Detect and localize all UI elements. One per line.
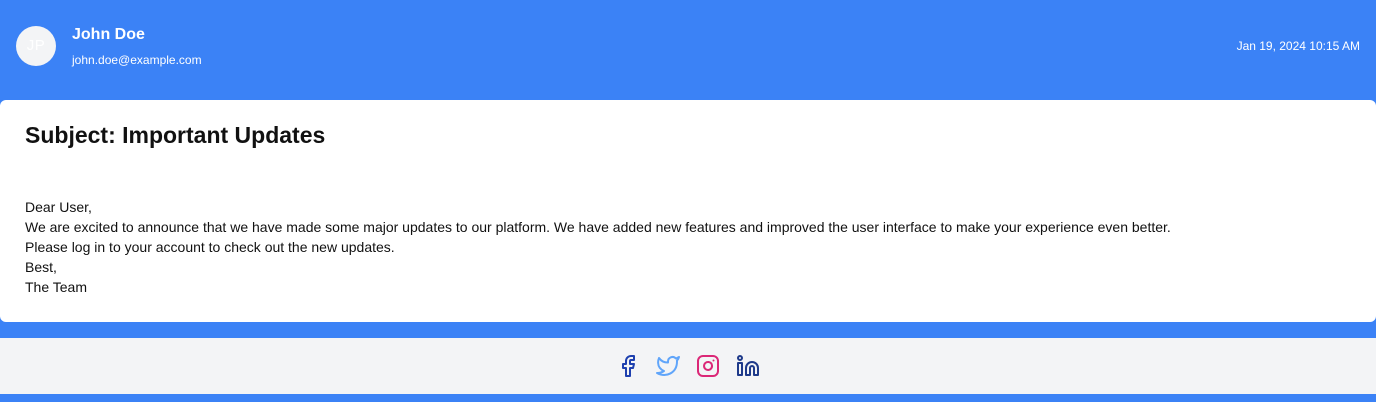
twitter-link[interactable] [656,354,680,378]
facebook-link[interactable] [616,354,640,378]
body-line: Best, [25,259,57,275]
instagram-link[interactable] [696,354,720,378]
email-body: Dear User, We are excited to announce th… [25,197,1171,297]
instagram-icon [697,355,719,377]
email-subject: Subject: Important Updates [25,122,326,148]
sender-name: John Doe [72,26,145,43]
email-header: JP John Doe john.doe@example.com Jan 19,… [0,0,1376,92]
sender-email: john.doe@example.com [72,53,202,67]
email-card: Subject: Important Updates Dear User, We… [0,100,1376,322]
email-footer [0,338,1376,394]
linkedin-icon [737,355,759,376]
email-timestamp: Jan 19, 2024 10:15 AM [1236,39,1360,53]
body-line: Dear User, [25,199,92,215]
body-line: The Team [25,279,87,295]
twitter-icon [656,356,680,376]
body-line: Please log in to your account to check o… [25,239,395,255]
avatar: JP [16,26,56,66]
facebook-icon [622,355,635,377]
linkedin-link[interactable] [736,354,760,378]
body-line: We are excited to announce that we have … [25,219,1171,235]
email-view: JP John Doe john.doe@example.com Jan 19,… [0,0,1376,402]
